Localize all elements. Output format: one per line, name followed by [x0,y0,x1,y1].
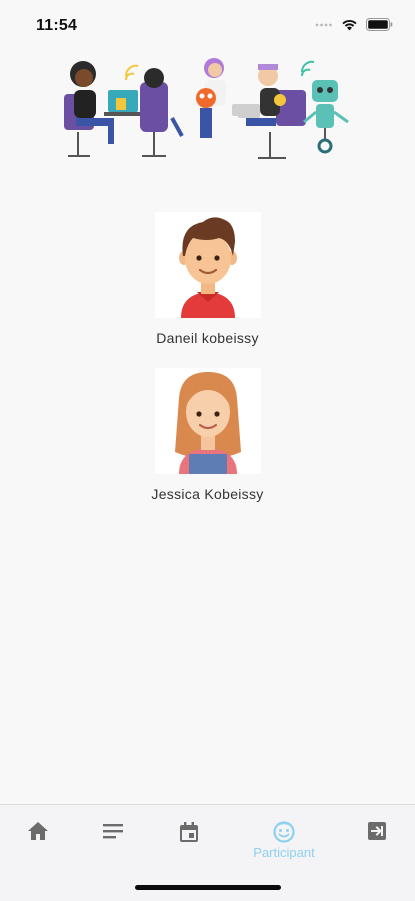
tab-participant-label[interactable]: Participant [253,845,314,860]
battery-icon [366,18,393,31]
calendar-icon [180,822,198,842]
tab-logout[interactable] [347,821,407,841]
bearded-man-figure [238,60,315,159]
bottom-tab-bar: Participant [0,804,415,901]
woman-at-laptop-figure [64,61,140,157]
participant-face-icon [273,821,295,843]
wifi-icon [342,20,357,31]
boy-avatar-icon [178,217,237,318]
participant-name[interactable]: Jessica Kobeissy [151,486,263,502]
status-bar: 11:54 [0,0,415,52]
participant-item[interactable]: Jessica Kobeissy [0,368,415,502]
logout-icon [368,822,386,840]
person-back-figure [140,68,184,157]
team-illustration [58,56,358,168]
home-indicator [135,885,281,890]
tab-home[interactable] [8,821,68,841]
participant-avatar[interactable] [154,368,261,474]
girl-avatar-icon [174,372,241,474]
person-with-robot-figure [196,58,254,138]
status-icons [315,18,393,31]
participant-name[interactable]: Daneil kobeissy [156,330,259,346]
status-time: 11:54 [36,17,78,34]
participant-item[interactable]: Daneil kobeissy [0,212,415,346]
tab-calendar[interactable] [159,821,219,843]
home-icon [28,822,48,840]
robot-figure [303,80,349,154]
participant-avatar[interactable] [154,212,261,318]
tab-participant[interactable]: Participant [242,821,326,860]
list-icon [103,824,123,839]
cellular-signal-icon [315,23,332,26]
tab-list[interactable] [83,821,143,841]
